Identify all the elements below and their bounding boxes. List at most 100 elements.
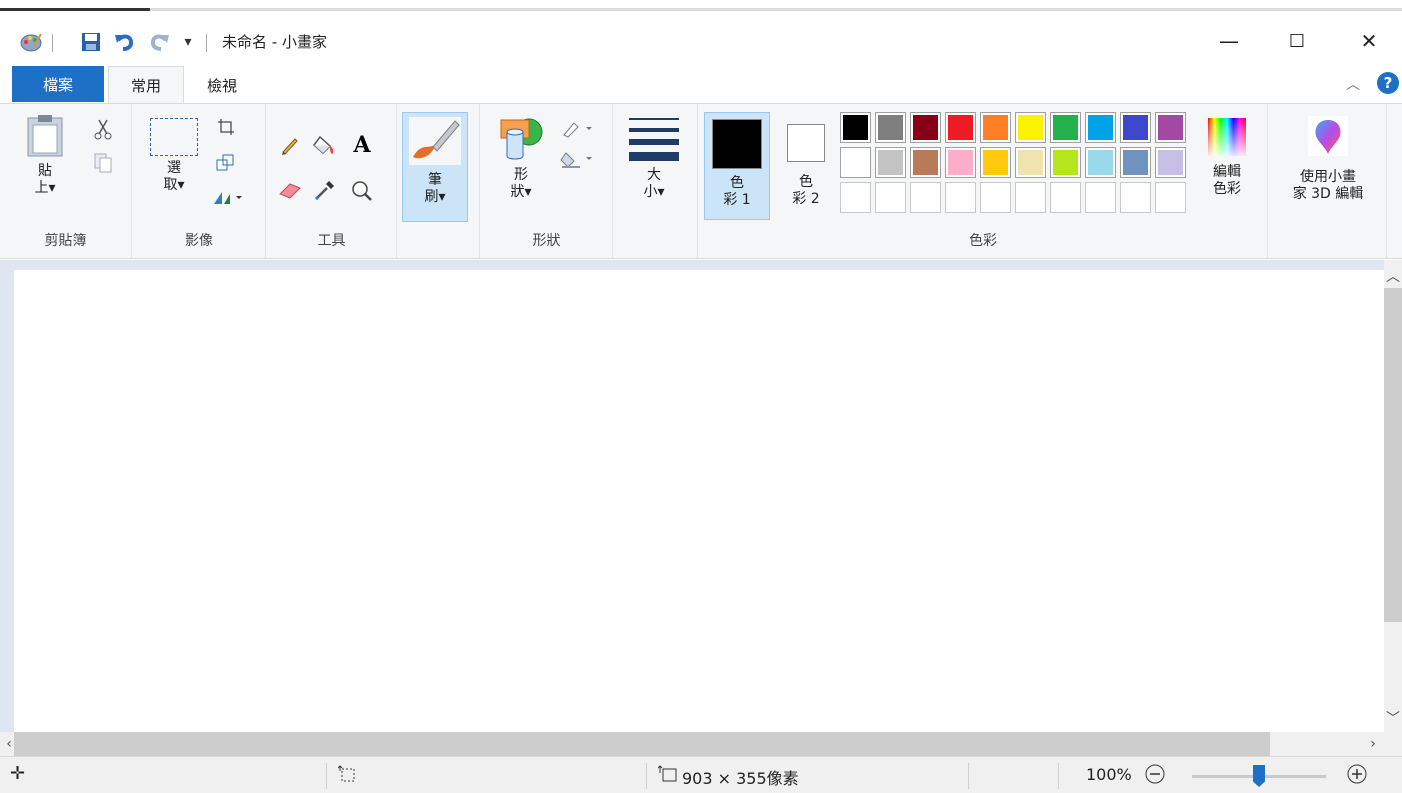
maximize-button[interactable]: ☐ [1274, 20, 1320, 62]
palette-swatch-fill [948, 115, 973, 140]
zoom-in-icon[interactable] [1346, 763, 1368, 789]
color-spectrum-icon [1208, 118, 1246, 156]
palette-swatch[interactable] [1155, 112, 1186, 143]
pencil-icon[interactable] [277, 132, 303, 158]
palette-swatch-fill [1088, 115, 1113, 140]
title-bar: ▾ 未命名 - 小畫家 — ☐ ✕ [0, 18, 1402, 64]
fill-icon[interactable] [557, 146, 597, 172]
palette-swatch[interactable] [1085, 112, 1116, 143]
drawing-canvas[interactable] [14, 270, 1386, 732]
select-rectangle-icon [150, 118, 198, 156]
zoom-out-icon[interactable] [1144, 763, 1166, 789]
eraser-icon[interactable] [277, 178, 303, 204]
image-group: 選 取▾ 影像 [133, 104, 266, 258]
save-icon[interactable] [78, 30, 104, 54]
title-bar-accent-active [0, 8, 150, 11]
tab-file[interactable]: 檔案 [12, 66, 104, 102]
qa-separator [52, 34, 53, 52]
palette-swatch[interactable] [1050, 112, 1081, 143]
scroll-down-arrow-icon[interactable]: ﹀ [1384, 708, 1402, 728]
size-button[interactable]: 大 小▾ [624, 114, 684, 220]
custom-color-slot[interactable] [1155, 182, 1186, 213]
crop-icon[interactable] [213, 114, 239, 140]
help-icon[interactable]: ? [1377, 72, 1399, 94]
palette-swatch[interactable] [945, 112, 976, 143]
edit-colors-label: 編輯 色彩 [1213, 164, 1241, 197]
color1-button[interactable]: 色 彩 1 [704, 112, 770, 220]
shapes-button[interactable]: 形 狀▾ [491, 114, 551, 220]
palette-swatch[interactable] [875, 112, 906, 143]
close-button[interactable]: ✕ [1346, 20, 1392, 62]
palette-swatch[interactable] [1120, 112, 1151, 143]
palette-swatch[interactable] [980, 147, 1011, 178]
custom-color-slot[interactable] [980, 182, 1011, 213]
rotate-icon[interactable] [209, 184, 245, 210]
palette-swatch-fill [913, 150, 938, 175]
brushes-group: 筆 刷▾ [398, 104, 480, 258]
palette-swatch-fill [1018, 115, 1043, 140]
colors-group-label: 色彩 [969, 233, 997, 249]
palette-swatch-fill [983, 115, 1008, 140]
custom-color-slot[interactable] [1050, 182, 1081, 213]
text-tool-icon[interactable]: A [349, 132, 375, 158]
vertical-scroll-thumb[interactable] [1384, 288, 1402, 622]
redo-icon[interactable] [146, 30, 172, 54]
select-label: 選 取▾ [163, 160, 185, 193]
palette-swatch[interactable] [1155, 147, 1186, 178]
shapes-group-label: 形狀 [532, 233, 561, 249]
tab-home[interactable]: 常用 [108, 66, 184, 104]
edit-colors-button[interactable]: 編輯 色彩 [1197, 114, 1257, 220]
custom-color-slot[interactable] [910, 182, 941, 213]
copy-icon[interactable] [90, 150, 116, 176]
palette-swatch[interactable] [945, 147, 976, 178]
outline-icon[interactable] [557, 116, 597, 142]
horizontal-scroll-thumb[interactable] [14, 732, 1270, 756]
select-button[interactable]: 選 取▾ [147, 116, 201, 222]
palette-swatch-fill [1088, 150, 1113, 175]
custom-color-slot[interactable] [1085, 182, 1116, 213]
magnifier-icon[interactable] [349, 178, 375, 204]
colors-group: 色 彩 1 色 彩 2 編輯 色彩 色彩 [699, 104, 1268, 258]
palette-swatch[interactable] [980, 112, 1011, 143]
custom-color-slot[interactable] [1015, 182, 1046, 213]
palette-swatch[interactable] [1050, 147, 1081, 178]
fill-bucket-icon[interactable] [311, 132, 337, 158]
paint-app-icon[interactable] [18, 30, 44, 54]
palette-swatch[interactable] [910, 112, 941, 143]
palette-swatch[interactable] [910, 147, 941, 178]
status-divider [968, 763, 969, 789]
scroll-up-arrow-icon[interactable]: ︿ [1384, 266, 1402, 286]
color2-button[interactable]: 色 彩 2 [779, 112, 833, 220]
scroll-left-arrow-icon[interactable]: ‹ [0, 736, 18, 752]
brushes-button[interactable]: 筆 刷▾ [402, 112, 468, 222]
scroll-right-arrow-icon[interactable]: › [1364, 736, 1382, 752]
minimize-button[interactable]: — [1206, 20, 1252, 62]
undo-icon[interactable] [112, 30, 138, 54]
custom-color-slot[interactable] [945, 182, 976, 213]
zoom-slider-thumb[interactable] [1253, 765, 1265, 787]
palette-swatch[interactable] [1120, 147, 1151, 178]
customize-qa-icon[interactable]: ▾ [180, 30, 196, 54]
edit-with-paint3d-button[interactable]: 使用小畫 家 3D 編輯 [1275, 114, 1381, 220]
palette-swatch-fill [1158, 150, 1183, 175]
color-picker-icon[interactable] [311, 178, 337, 204]
collapse-ribbon-icon[interactable]: ︿ [1346, 74, 1360, 94]
custom-color-slot[interactable] [875, 182, 906, 213]
palette-swatch[interactable] [1015, 147, 1046, 178]
palette-swatch[interactable] [875, 147, 906, 178]
cut-icon[interactable] [90, 116, 116, 142]
size-label: 大 小▾ [643, 167, 665, 200]
palette-swatch[interactable] [840, 112, 871, 143]
tab-view[interactable]: 檢視 [190, 66, 254, 104]
palette-swatch[interactable] [1015, 112, 1046, 143]
color1-swatch [712, 119, 762, 169]
resize-icon[interactable] [213, 150, 239, 176]
custom-color-slot[interactable] [1120, 182, 1151, 213]
palette-swatch[interactable] [1085, 147, 1116, 178]
palette-swatch-fill [1123, 115, 1148, 140]
palette-swatch[interactable] [840, 147, 871, 178]
custom-color-slot[interactable] [840, 182, 871, 213]
brushes-label: 筆 刷▾ [424, 172, 446, 205]
color1-label: 色 彩 1 [723, 175, 751, 208]
paste-button[interactable]: 貼 上▾ [20, 114, 70, 220]
